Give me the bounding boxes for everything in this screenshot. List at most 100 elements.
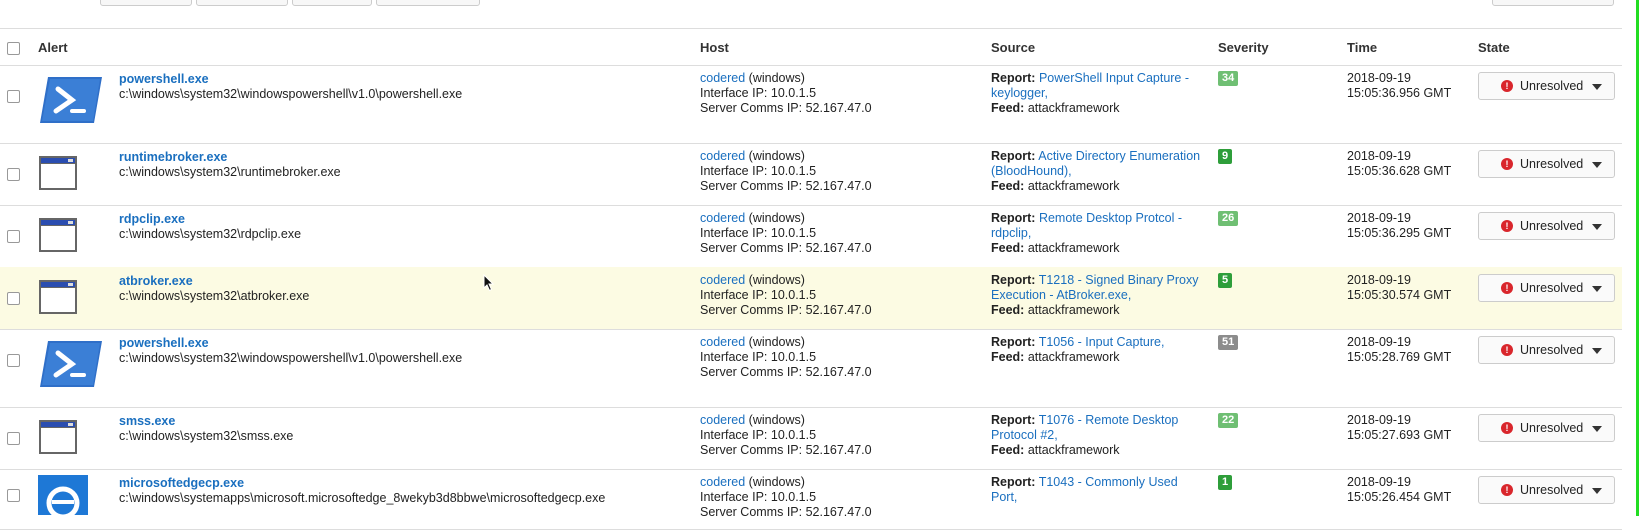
- row-checkbox[interactable]: [7, 354, 20, 367]
- source-cell: Report: T1076 - Remote Desktop Protocol …: [991, 413, 1206, 458]
- alert-date: 2018-09-19: [1347, 71, 1411, 85]
- toolbar-button[interactable]: [1492, 0, 1614, 6]
- server-comms-ip: Server Comms IP: 52.167.47.0: [700, 443, 872, 457]
- column-source[interactable]: Source: [991, 40, 1035, 55]
- source-cell: Report: T1043 - Commonly Used Port,: [991, 475, 1206, 505]
- row-checkbox[interactable]: [7, 90, 20, 103]
- host-name-link[interactable]: codered: [700, 273, 745, 287]
- toolbar-button[interactable]: [196, 0, 288, 6]
- host-name-link[interactable]: codered: [700, 149, 745, 163]
- row-checkbox[interactable]: [7, 292, 20, 305]
- powershell-icon: [38, 339, 104, 392]
- state-dropdown[interactable]: ! Unresolved: [1478, 212, 1615, 240]
- caret-down-icon[interactable]: [1592, 426, 1602, 432]
- feed-label: Feed:: [991, 443, 1025, 457]
- process-name-link[interactable]: smss.exe: [119, 414, 293, 429]
- state-dropdown[interactable]: ! Unresolved: [1478, 72, 1615, 100]
- state-dropdown[interactable]: ! Unresolved: [1478, 476, 1615, 504]
- column-alert[interactable]: Alert: [38, 40, 68, 55]
- host-cell: codered (windows) Interface IP: 10.0.1.5…: [700, 71, 872, 116]
- toolbar-button[interactable]: [376, 0, 480, 6]
- report-link[interactable]: T1056 - Input Capture,: [1039, 335, 1165, 349]
- process-path: c:\windows\systemapps\microsoft.microsof…: [119, 491, 606, 505]
- host-cell: codered (windows) Interface IP: 10.0.1.5…: [700, 475, 872, 520]
- server-comms-ip: Server Comms IP: 52.167.47.0: [700, 303, 872, 317]
- caret-down-icon[interactable]: [1592, 84, 1602, 90]
- report-label: Report:: [991, 149, 1036, 163]
- caret-down-icon[interactable]: [1592, 286, 1602, 292]
- table-row[interactable]: microsoftedgecp.exe c:\windows\systemapp…: [0, 469, 1622, 530]
- column-time[interactable]: Time: [1347, 40, 1377, 55]
- column-state[interactable]: State: [1478, 40, 1510, 55]
- process-path: c:\windows\system32\windowspowershell\v1…: [119, 351, 463, 365]
- source-cell: Report: T1218 - Signed Binary Proxy Exec…: [991, 273, 1206, 318]
- source-cell: Report: Active Directory Enumeration (Bl…: [991, 149, 1206, 194]
- time-cell: 2018-09-19 15:05:27.693 GMT: [1347, 413, 1451, 443]
- time-cell: 2018-09-19 15:05:28.769 GMT: [1347, 335, 1451, 365]
- toolbar-button[interactable]: [100, 0, 192, 6]
- toolbar: [0, 0, 1622, 29]
- process-name-link[interactable]: atbroker.exe: [119, 274, 309, 289]
- host-cell: codered (windows) Interface IP: 10.0.1.5…: [700, 335, 872, 380]
- table-row[interactable]: atbroker.exe c:\windows\system32\atbroke…: [0, 267, 1622, 330]
- state-dropdown[interactable]: ! Unresolved: [1478, 150, 1615, 178]
- column-host[interactable]: Host: [700, 40, 729, 55]
- alert-cell: atbroker.exe c:\windows\system32\atbroke…: [119, 274, 309, 304]
- state-dropdown[interactable]: ! Unresolved: [1478, 336, 1615, 364]
- report-label: Report:: [991, 71, 1036, 85]
- table-row[interactable]: rdpclip.exe c:\windows\system32\rdpclip.…: [0, 205, 1622, 268]
- process-name-link[interactable]: microsoftedgecp.exe: [119, 476, 605, 491]
- alert-time: 15:05:36.956 GMT: [1347, 86, 1452, 100]
- state-dropdown[interactable]: ! Unresolved: [1478, 414, 1615, 442]
- time-cell: 2018-09-19 15:05:36.628 GMT: [1347, 149, 1451, 179]
- feed-label: Feed:: [991, 101, 1025, 115]
- caret-down-icon[interactable]: [1592, 348, 1602, 354]
- severity-badge: 9: [1218, 149, 1233, 164]
- server-comms-ip: Server Comms IP: 52.167.47.0: [700, 101, 872, 115]
- window-icon: [38, 217, 78, 256]
- alert-icon: !: [1501, 422, 1513, 434]
- row-checkbox[interactable]: [7, 432, 20, 445]
- host-name-link[interactable]: codered: [700, 335, 745, 349]
- caret-down-icon[interactable]: [1592, 224, 1602, 230]
- alert-time: 15:05:36.295 GMT: [1347, 226, 1452, 240]
- severity-badge: 51: [1218, 335, 1239, 350]
- column-severity[interactable]: Severity: [1218, 40, 1269, 55]
- host-name-link[interactable]: codered: [700, 475, 745, 489]
- row-checkbox[interactable]: [7, 489, 20, 502]
- time-cell: 2018-09-19 15:05:36.956 GMT: [1347, 71, 1451, 101]
- caret-down-icon[interactable]: [1592, 162, 1602, 168]
- toolbar-button[interactable]: [292, 0, 372, 6]
- row-checkbox[interactable]: [7, 230, 20, 243]
- host-name-link[interactable]: codered: [700, 71, 745, 85]
- feed-value: attackframework: [1027, 303, 1120, 317]
- process-name-link[interactable]: powershell.exe: [119, 72, 462, 87]
- table-row[interactable]: runtimebroker.exe c:\windows\system32\ru…: [0, 143, 1622, 206]
- host-name-link[interactable]: codered: [700, 413, 745, 427]
- interface-ip: Interface IP: 10.0.1.5: [700, 86, 817, 100]
- alert-icon: !: [1501, 158, 1513, 170]
- feed-value: attackframework: [1027, 350, 1120, 364]
- process-name-link[interactable]: runtimebroker.exe: [119, 150, 341, 165]
- edge-icon: [38, 475, 88, 520]
- interface-ip: Interface IP: 10.0.1.5: [700, 288, 817, 302]
- state-label: Unresolved: [1520, 483, 1584, 497]
- state-dropdown[interactable]: ! Unresolved: [1478, 274, 1615, 302]
- source-cell: Report: PowerShell Input Capture - keylo…: [991, 71, 1206, 116]
- select-all-checkbox[interactable]: [7, 42, 20, 55]
- host-name-link[interactable]: codered: [700, 211, 745, 225]
- window-icon: [38, 155, 78, 194]
- row-checkbox[interactable]: [7, 168, 20, 181]
- host-os: (windows): [745, 71, 805, 85]
- table-row[interactable]: smss.exe c:\windows\system32\smss.exe co…: [0, 407, 1622, 470]
- severity-badge: 34: [1218, 71, 1239, 86]
- caret-down-icon[interactable]: [1592, 488, 1602, 494]
- host-os: (windows): [745, 211, 805, 225]
- feed-value: attackframework: [1027, 179, 1120, 193]
- alert-cell: microsoftedgecp.exe c:\windows\systemapp…: [119, 476, 605, 506]
- process-name-link[interactable]: rdpclip.exe: [119, 212, 301, 227]
- process-name-link[interactable]: powershell.exe: [119, 336, 462, 351]
- server-comms-ip: Server Comms IP: 52.167.47.0: [700, 179, 872, 193]
- table-row[interactable]: powershell.exe c:\windows\system32\windo…: [0, 65, 1622, 144]
- table-row[interactable]: powershell.exe c:\windows\system32\windo…: [0, 329, 1622, 408]
